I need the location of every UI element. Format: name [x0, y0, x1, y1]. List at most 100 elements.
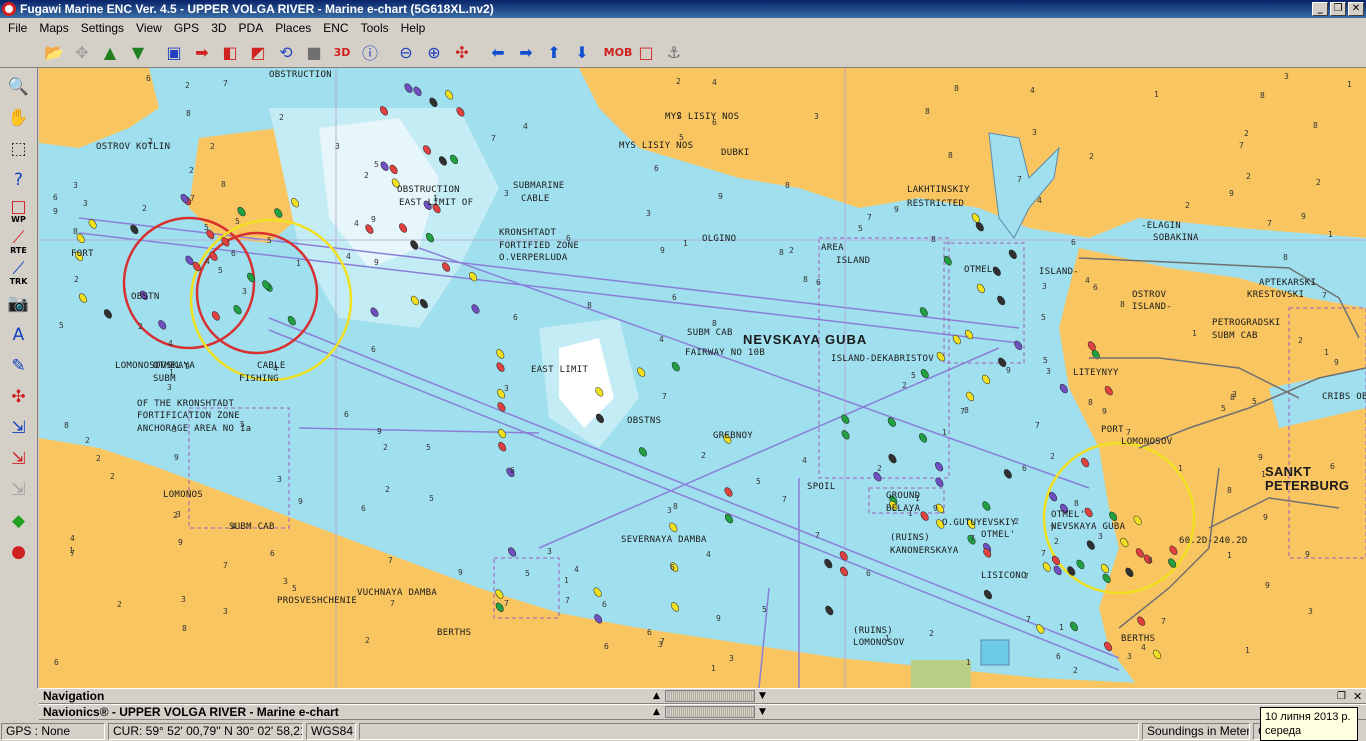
- menu-maps[interactable]: Maps: [33, 21, 74, 35]
- waypoint-up-icon[interactable]: ▲: [96, 39, 124, 65]
- sounding-depth: 5: [267, 236, 272, 245]
- sounding-depth: 9: [660, 246, 665, 255]
- route-edit-icon[interactable]: ⇲: [3, 413, 35, 444]
- map-label: FORT: [71, 249, 94, 259]
- map-label: VUCHNAYA DAMBA: [357, 588, 438, 598]
- restore-button[interactable]: ❐: [1330, 2, 1346, 16]
- pan-icon[interactable]: ✥: [68, 39, 96, 65]
- refresh-icon[interactable]: ⟲: [272, 39, 300, 65]
- text-tool-icon[interactable]: A: [3, 320, 35, 351]
- buoy-marker: [211, 311, 220, 321]
- map-label: LOMONOSOV: [1121, 437, 1173, 447]
- zoom-in-icon[interactable]: ⊕: [420, 39, 448, 65]
- menu-pda[interactable]: PDA: [233, 21, 270, 35]
- erase-icon[interactable]: ⇲: [3, 475, 35, 506]
- track-edit-icon[interactable]: ⇲: [3, 444, 35, 475]
- buoy-marker: [670, 602, 680, 612]
- stop-icon[interactable]: □: [632, 39, 660, 65]
- navigation-panel[interactable]: Navigation ▲ ▼ ❐ ✕: [39, 688, 1366, 704]
- chart-map[interactable]: 9488664369617131651781573349394887124325…: [39, 68, 1366, 688]
- record-icon[interactable]: ●: [3, 537, 35, 568]
- panel-scrollbar[interactable]: [665, 690, 755, 702]
- panel2-scroll-down-icon[interactable]: ▼: [759, 707, 766, 717]
- menu-gps[interactable]: GPS: [168, 21, 205, 35]
- sounding-depth: 1: [1227, 551, 1232, 560]
- menu-tools[interactable]: Tools: [355, 21, 395, 35]
- waypoint-tool-icon[interactable]: □ WP: [3, 196, 35, 227]
- pan-up-icon[interactable]: ⬆: [540, 39, 568, 65]
- camera-icon-glyph: 📷: [7, 294, 30, 314]
- route-tool-icon-glyph: ⟋: [12, 228, 25, 248]
- sounding-depth: 8: [1230, 393, 1235, 402]
- app-icon[interactable]: [2, 2, 16, 16]
- map-label: OBSTRUCTION: [397, 185, 460, 195]
- sounding-depth: 6: [647, 628, 652, 637]
- menu-enc[interactable]: ENC: [317, 21, 354, 35]
- map-label: OSTROV KOTLIN: [96, 142, 171, 152]
- panel-scroll-down-icon[interactable]: ▼: [759, 691, 766, 701]
- track-tool-icon[interactable]: ⟋ TRK: [3, 258, 35, 289]
- sounding-depth: 9: [298, 497, 303, 506]
- map-label: ISLAND-: [1132, 302, 1173, 312]
- minimize-button[interactable]: _: [1312, 2, 1328, 16]
- anchor-icon[interactable]: ⚓: [660, 39, 688, 65]
- sounding-depth: 6: [270, 549, 275, 558]
- open-icon[interactable]: 📂: [40, 39, 68, 65]
- sounding-depth: 8: [1148, 556, 1153, 565]
- panel-restore-icon[interactable]: ❐: [1337, 691, 1346, 702]
- zoom-out-icon[interactable]: ⊖: [392, 39, 420, 65]
- sounding-depth: 3: [1308, 607, 1313, 616]
- navionics-panel[interactable]: Navionics® - UPPER VOLGA RIVER - Marine …: [39, 704, 1366, 720]
- sounding-depth: 7: [1017, 175, 1022, 184]
- pencil-icon[interactable]: ✎: [3, 351, 35, 382]
- sounding-depth: 4: [712, 78, 717, 87]
- pan-right-icon[interactable]: ➡: [512, 39, 540, 65]
- sounding-depth: 5: [525, 569, 530, 578]
- sounding-depth: 9: [377, 427, 382, 436]
- sounding-depth: 1: [1059, 623, 1064, 632]
- map-label: CABLE: [257, 361, 286, 371]
- mob-icon[interactable]: MOB: [604, 39, 633, 65]
- layers-icon[interactable]: ◆: [3, 506, 35, 537]
- help-icon[interactable]: ?: [3, 165, 35, 196]
- menu-file[interactable]: File: [2, 21, 33, 35]
- sounding-depth: 6: [866, 569, 871, 578]
- date-tooltip: 10 липня 2013 р. середа: [1260, 707, 1358, 741]
- waypoint-down-icon[interactable]: ▼: [124, 39, 152, 65]
- move-icon[interactable]: ✣: [3, 382, 35, 413]
- hand-tool-icon[interactable]: ✋: [3, 103, 35, 134]
- route-tool-icon[interactable]: ⟋ RTE: [3, 227, 35, 258]
- panel-scroll-up-icon[interactable]: ▲: [653, 691, 660, 701]
- sounding-depth: 5: [756, 477, 761, 486]
- info-icon[interactable]: ⓘ: [356, 39, 384, 65]
- zoom-extent-icon[interactable]: ✣: [448, 39, 476, 65]
- menu-help[interactable]: Help: [395, 21, 432, 35]
- panel2-scrollbar[interactable]: [665, 706, 755, 718]
- menu-places[interactable]: Places: [269, 21, 317, 35]
- menu-settings[interactable]: Settings: [75, 21, 130, 35]
- gps-center-icon[interactable]: ▣: [160, 39, 188, 65]
- pan-down-icon[interactable]: ⬇: [568, 39, 596, 65]
- route-box-icon[interactable]: ◧: [216, 39, 244, 65]
- track-tool-icon-label: TRK: [9, 277, 28, 286]
- panel2-scroll-up-icon[interactable]: ▲: [653, 707, 660, 717]
- close-button[interactable]: ✕: [1348, 2, 1364, 16]
- buoy-marker: [497, 428, 507, 439]
- track-icon[interactable]: ◩: [244, 39, 272, 65]
- sounding-depth: 2: [385, 485, 390, 494]
- sounding-depth: 1: [1324, 348, 1329, 357]
- camera-icon[interactable]: 📷: [3, 289, 35, 320]
- route-forward-icon[interactable]: ➡: [188, 39, 216, 65]
- sounding-depth: 2: [676, 77, 681, 86]
- pan-left-icon[interactable]: ⬅: [484, 39, 512, 65]
- sounding-depth: 6: [53, 193, 58, 202]
- view-3d-icon[interactable]: 3D: [328, 39, 356, 65]
- panel-close-icon[interactable]: ✕: [1353, 690, 1362, 703]
- select-box-icon[interactable]: ⬚: [3, 134, 35, 165]
- zoom-tool-icon[interactable]: 🔍: [3, 72, 35, 103]
- map-label: OBSTRUCTION: [269, 70, 332, 80]
- sounding-depth: 3: [1046, 367, 1051, 376]
- menu-view[interactable]: View: [130, 21, 168, 35]
- gray-box-icon[interactable]: ■: [300, 39, 328, 65]
- menu-3d[interactable]: 3D: [205, 21, 232, 35]
